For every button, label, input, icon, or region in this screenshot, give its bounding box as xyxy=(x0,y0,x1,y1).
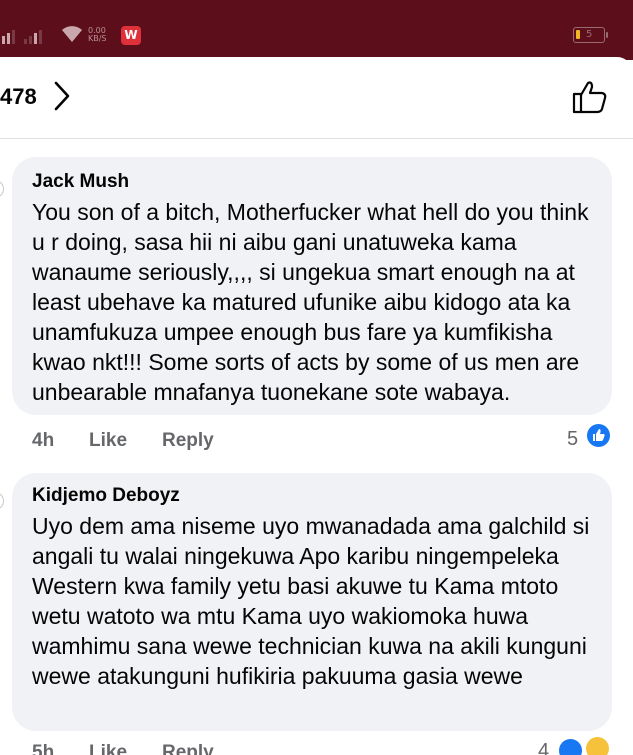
reply-button[interactable]: Reply xyxy=(162,742,214,755)
signal-icon-2 xyxy=(24,30,42,44)
comment-reaction-count[interactable]: 5 xyxy=(567,428,578,451)
reaction-count[interactable]: 478 xyxy=(0,84,37,110)
signal-icon xyxy=(2,30,15,44)
comment-bubble[interactable]: Kidjemo Deboyz Uyo dem ama niseme uyo mw… xyxy=(12,473,612,731)
battery-level: 5 xyxy=(586,29,593,40)
battery-icon: 5 xyxy=(573,27,608,43)
wps-app-icon: W xyxy=(121,26,141,45)
chevron-right-icon[interactable] xyxy=(52,80,72,112)
haha-reaction-icon[interactable] xyxy=(584,735,611,755)
comment-author[interactable]: Jack Mush xyxy=(32,171,129,193)
comment-time: 5h xyxy=(32,742,55,755)
like-icon[interactable] xyxy=(570,78,608,116)
comment-time: 4h xyxy=(32,430,55,451)
comment-bubble[interactable]: Jack Mush You son of a bitch, Motherfuck… xyxy=(12,157,612,415)
comment-text: You son of a bitch, Motherfucker what he… xyxy=(32,199,589,405)
reactions-header[interactable] xyxy=(0,57,633,139)
status-bar: 0.00 KB/S W 5 xyxy=(0,0,633,60)
comment-author[interactable]: Kidjemo Deboyz xyxy=(32,485,180,507)
comment-reaction-count[interactable]: 4 xyxy=(538,740,549,755)
wifi-icon xyxy=(62,26,82,42)
network-speed: 0.00 KB/S xyxy=(88,26,107,43)
comment-text: Uyo dem ama niseme uyo mwanadada ama gal… xyxy=(32,513,590,689)
reply-button[interactable]: Reply xyxy=(162,430,214,452)
like-button[interactable]: Like xyxy=(89,430,127,452)
like-button[interactable]: Like xyxy=(89,742,127,755)
thumbs-up-reaction-icon[interactable] xyxy=(585,422,612,449)
